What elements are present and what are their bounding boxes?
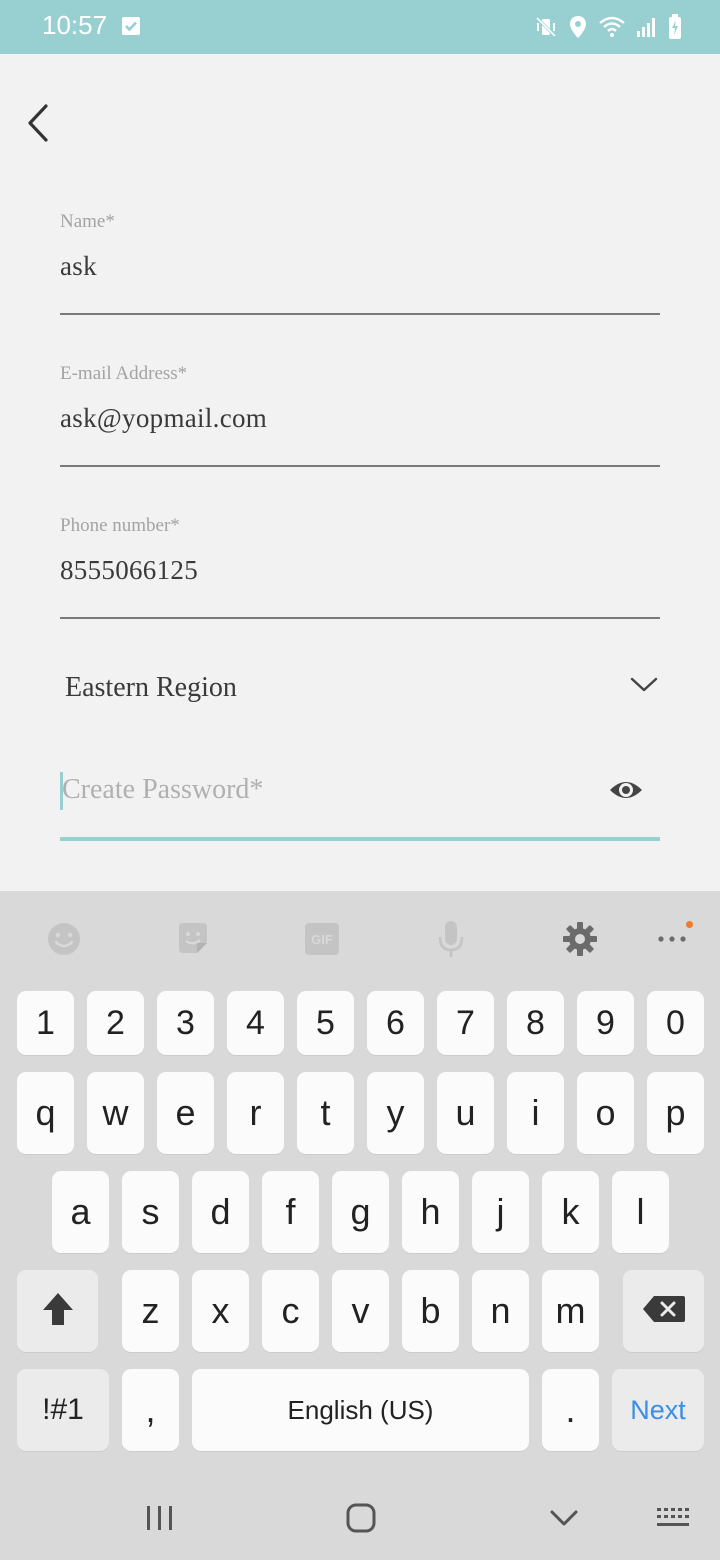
key-g[interactable]: g: [332, 1171, 389, 1253]
key-h[interactable]: h: [402, 1171, 459, 1253]
chevron-left-icon: [26, 103, 50, 148]
email-underline: [60, 465, 660, 467]
keyboard: GIF 1 2 3 4 5 6 7 8 9 0 q w e r t y u i …: [0, 891, 720, 1560]
next-key[interactable]: Next: [612, 1369, 704, 1451]
keyboard-toolbar: GIF: [0, 891, 720, 989]
key-a[interactable]: a: [52, 1171, 109, 1253]
key-p[interactable]: p: [647, 1072, 704, 1154]
backspace-key[interactable]: [623, 1270, 704, 1352]
name-label: Name*: [60, 211, 115, 232]
key-o[interactable]: o: [577, 1072, 634, 1154]
gif-icon-label: GIF: [311, 932, 333, 947]
key-j[interactable]: j: [472, 1171, 529, 1253]
password-underline: [60, 837, 660, 841]
key-q[interactable]: q: [17, 1072, 74, 1154]
chevron-down-icon: [630, 676, 658, 699]
key-f[interactable]: f: [262, 1171, 319, 1253]
status-icons: [534, 13, 682, 41]
space-key[interactable]: English (US): [192, 1369, 529, 1451]
key-s[interactable]: s: [122, 1171, 179, 1253]
name-underline: [60, 313, 660, 315]
emoji-icon[interactable]: [45, 919, 83, 959]
sticker-icon[interactable]: [174, 919, 212, 959]
key-b[interactable]: b: [402, 1270, 459, 1352]
email-input[interactable]: ask@yopmail.com: [60, 403, 267, 434]
password-field[interactable]: Create Password*: [60, 760, 660, 844]
key-m[interactable]: m: [542, 1270, 599, 1352]
settings-gear-icon[interactable]: [561, 919, 599, 959]
key-l[interactable]: l: [612, 1171, 669, 1253]
key-k[interactable]: k: [542, 1171, 599, 1253]
navigation-bar: [0, 1475, 720, 1560]
key-w[interactable]: w: [87, 1072, 144, 1154]
key-4[interactable]: 4: [227, 991, 284, 1055]
key-r[interactable]: r: [227, 1072, 284, 1154]
name-field[interactable]: Name* ask: [60, 205, 660, 317]
key-1[interactable]: 1: [17, 991, 74, 1055]
phone-label: Phone number*: [60, 515, 180, 536]
more-icon[interactable]: [653, 919, 693, 959]
text-cursor: [60, 772, 63, 810]
key-3[interactable]: 3: [157, 991, 214, 1055]
key-7[interactable]: 7: [437, 991, 494, 1055]
key-0[interactable]: 0: [647, 991, 704, 1055]
shift-key[interactable]: [17, 1270, 98, 1352]
key-8[interactable]: 8: [507, 991, 564, 1055]
location-icon: [568, 15, 588, 39]
recent-apps-icon[interactable]: [145, 1501, 175, 1535]
battery-charging-icon: [668, 14, 682, 40]
shift-arrow-icon: [41, 1291, 75, 1332]
key-t[interactable]: t: [297, 1072, 354, 1154]
name-input[interactable]: ask: [60, 251, 97, 282]
key-9[interactable]: 9: [577, 991, 634, 1055]
key-e[interactable]: e: [157, 1072, 214, 1154]
key-i[interactable]: i: [507, 1072, 564, 1154]
key-5[interactable]: 5: [297, 991, 354, 1055]
key-z[interactable]: z: [122, 1270, 179, 1352]
comma-key[interactable]: ,: [122, 1369, 179, 1451]
password-placeholder: Create Password*: [62, 774, 264, 805]
key-c[interactable]: c: [262, 1270, 319, 1352]
email-label: E-mail Address*: [60, 363, 188, 384]
key-2[interactable]: 2: [87, 991, 144, 1055]
home-icon[interactable]: [344, 1501, 378, 1535]
back-down-icon[interactable]: [548, 1501, 580, 1535]
region-dropdown[interactable]: Eastern Region: [60, 660, 660, 720]
mute-vibrate-icon: [534, 15, 558, 39]
keyboard-icon[interactable]: [656, 1501, 692, 1535]
notification-dot: [686, 921, 693, 928]
key-u[interactable]: u: [437, 1072, 494, 1154]
signal-icon: [636, 15, 658, 39]
backspace-icon: [642, 1295, 686, 1328]
microphone-icon[interactable]: [432, 919, 470, 959]
wifi-icon: [598, 15, 626, 39]
checkbox-icon: [120, 15, 142, 37]
key-6[interactable]: 6: [367, 991, 424, 1055]
status-bar: 10:57: [0, 0, 720, 54]
key-n[interactable]: n: [472, 1270, 529, 1352]
phone-underline: [60, 617, 660, 619]
back-button[interactable]: [18, 100, 58, 150]
key-y[interactable]: y: [367, 1072, 424, 1154]
gif-icon[interactable]: GIF: [303, 919, 341, 959]
period-key[interactable]: .: [542, 1369, 599, 1451]
phone-field[interactable]: Phone number* 8555066125: [60, 509, 660, 621]
symbols-key[interactable]: !#1: [17, 1369, 109, 1451]
email-field[interactable]: E-mail Address* ask@yopmail.com: [60, 357, 660, 469]
eye-icon[interactable]: [608, 772, 644, 813]
key-d[interactable]: d: [192, 1171, 249, 1253]
phone-input[interactable]: 8555066125: [60, 555, 198, 586]
region-selected-value: Eastern Region: [65, 672, 237, 703]
key-x[interactable]: x: [192, 1270, 249, 1352]
status-time: 10:57: [42, 10, 108, 40]
key-v[interactable]: v: [332, 1270, 389, 1352]
